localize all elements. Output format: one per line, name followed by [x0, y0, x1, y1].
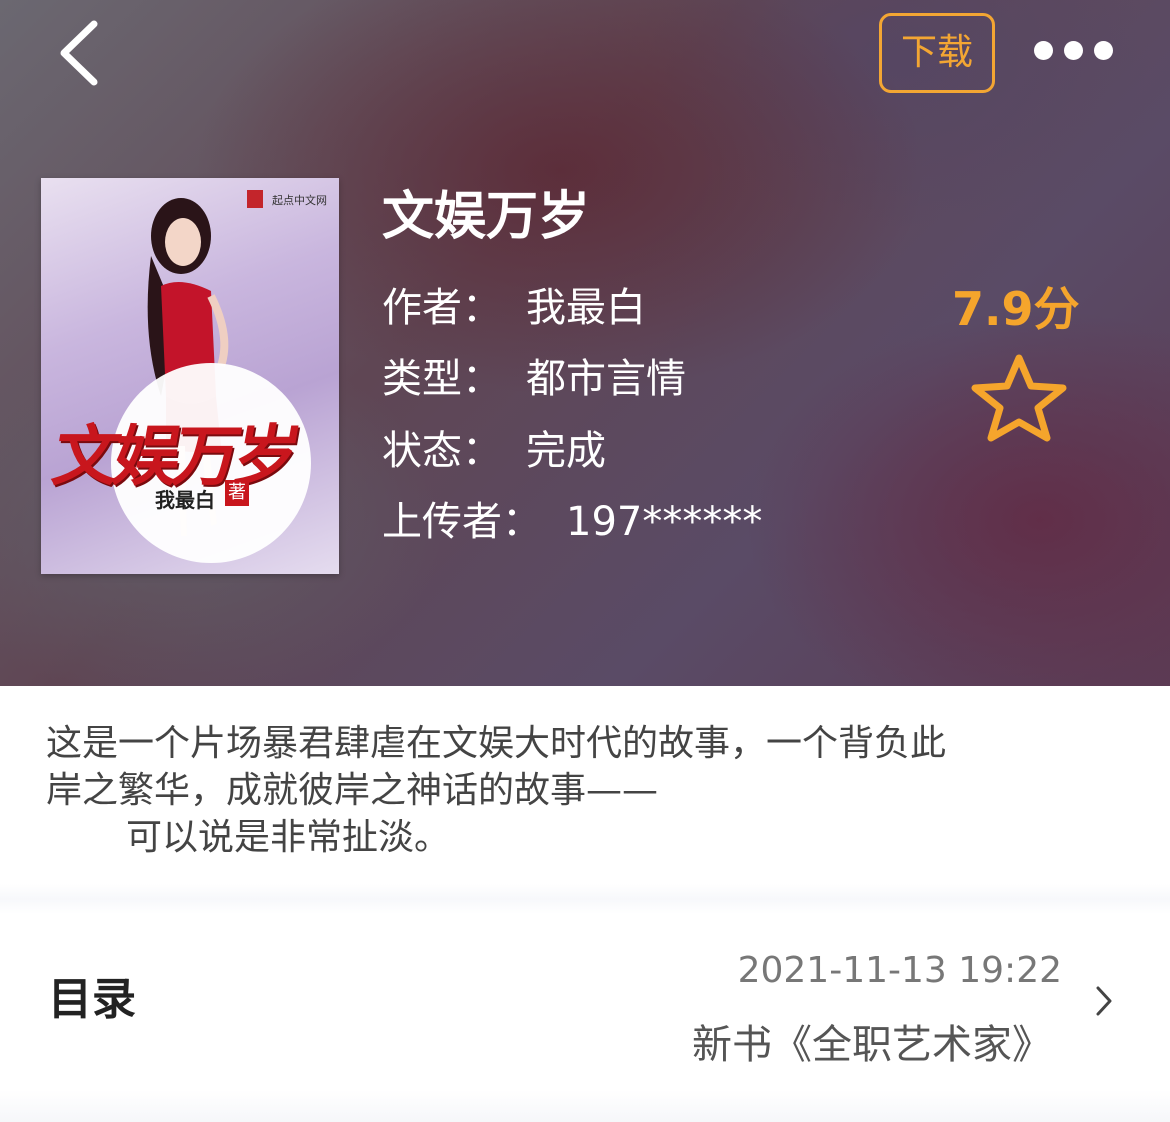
download-button[interactable]: 下载	[879, 13, 995, 93]
more-options-button[interactable]	[1030, 36, 1116, 66]
cover-author: 我最白	[155, 488, 215, 512]
cover-publisher: 起点中文网	[272, 194, 327, 207]
genre-row: 类型： 都市言情	[382, 354, 686, 404]
status-value: 完成	[526, 428, 606, 474]
star-outline-icon	[971, 354, 1067, 442]
more-dots-icon	[1034, 41, 1053, 60]
chevron-left-icon	[60, 20, 98, 86]
synopsis-line: 这是一个片场暴君肆虐在文娱大时代的故事，一个背负此	[46, 723, 947, 764]
synopsis-line: 可以说是非常扯淡。	[126, 817, 451, 858]
book-title: 文娱万岁	[382, 187, 591, 247]
table-of-contents-row[interactable]: 目录 2021-11-13 19:22 新书《全职艺术家》	[0, 920, 1170, 1090]
toc-label: 目录	[48, 974, 136, 1025]
author-row: 作者： 我最白	[382, 283, 646, 333]
book-header: 下载 起点中文网 文娱万岁 我最白 著 文娱万岁 作者： 我最白 类型： 都市言情 …	[0, 0, 1170, 686]
uploader-label: 上传者：	[382, 499, 542, 545]
rate-button[interactable]	[965, 352, 1073, 444]
genre-label: 类型：	[382, 356, 502, 402]
author-value[interactable]: 我最白	[526, 285, 646, 331]
status-row: 状态： 完成	[382, 426, 606, 476]
uploader-row: 上传者： 197******	[382, 497, 762, 547]
more-dots-icon	[1064, 41, 1083, 60]
book-cover[interactable]: 起点中文网 文娱万岁 我最白 著	[41, 178, 339, 574]
genre-value: 都市言情	[526, 356, 686, 402]
synopsis-line: 岸之繁华，成就彼岸之神话的故事——	[46, 770, 659, 811]
bottom-fade	[0, 1090, 1170, 1122]
book-synopsis: 这是一个片场暴君肆虐在文娱大时代的故事，一个背负此 岸之繁华，成就彼岸之神话的故…	[46, 720, 1126, 861]
toc-updated-date: 2021-11-13 19:22	[737, 950, 1062, 991]
toc-latest-chapter: 新书《全职艺术家》	[692, 1022, 1052, 1068]
chevron-right-icon	[1096, 986, 1112, 1016]
publisher-logo	[247, 190, 263, 208]
status-label: 状态：	[382, 428, 502, 474]
section-divider	[0, 884, 1170, 914]
author-label: 作者：	[382, 285, 502, 331]
more-dots-icon	[1094, 41, 1113, 60]
back-button[interactable]	[56, 18, 112, 88]
cover-author-seal: 著	[225, 480, 249, 506]
rating-score: 7.9分	[952, 282, 1080, 336]
uploader-value: 197******	[566, 499, 763, 545]
